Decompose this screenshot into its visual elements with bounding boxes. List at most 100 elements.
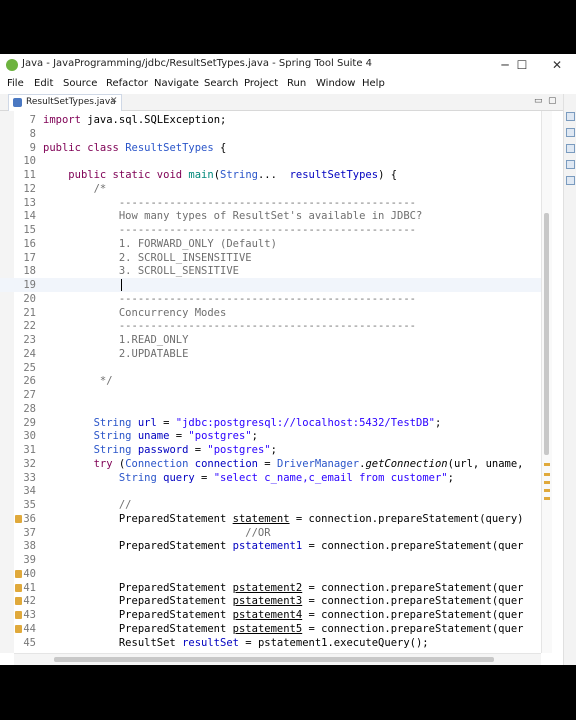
menu-search[interactable]: Search [204,78,238,89]
line-number: 41 [23,581,36,594]
menu-edit[interactable]: Edit [34,78,53,89]
code-line-34[interactable]: 34 [0,484,541,498]
code-token: try [93,457,113,470]
menu-navigate[interactable]: Navigate [154,78,199,89]
line-number: 31 [23,444,36,456]
code-token: password [137,444,189,456]
code-line-31[interactable]: 31 String password = "postgres"; [0,443,541,457]
code-line-12[interactable]: 12 /* [0,182,541,196]
code-line-18[interactable]: 18 3. SCROLL_SENSITIVE [0,264,541,278]
code-line-16[interactable]: 16 1. FORWARD_ONLY (Default) [0,237,541,251]
vertical-scrollbar[interactable] [541,111,552,653]
line-number: 27 [23,389,36,401]
line-number: 26 [23,375,36,388]
code-line-45[interactable]: 45 ResultSet resultSet = pstatement1.exe… [0,636,541,650]
boot-dashboard-icon[interactable] [566,176,575,185]
line-number: 32 [23,457,36,470]
menu-refactor[interactable]: Refactor [106,78,148,89]
code-token: String [93,444,132,456]
overview-warning-mark[interactable] [544,463,550,466]
code-text: How many types of ResultSet's available … [43,209,422,223]
overview-warning-mark[interactable] [544,489,550,492]
code-line-8[interactable]: 8 [0,127,541,141]
code-line-17[interactable]: 17 2. SCROLL_INSENSITIVE [0,251,541,265]
task-list-icon[interactable] [566,128,575,137]
code-line-37[interactable]: 37 //OR [0,526,541,540]
code-token: pstatement4 [232,609,303,621]
overview-warning-mark[interactable] [544,481,550,484]
code-token: "postgres" [188,430,252,443]
code-token: 2. SCROLL_INSENSITIVE [43,251,252,264]
code-line-11[interactable]: 11 public static void main(String... res… [0,168,541,182]
line-number: 13 [23,196,36,209]
code-line-30[interactable]: 30 String uname = "postgres"; [0,429,541,443]
menu-run[interactable]: Run [287,78,306,89]
code-token: "postgres" [207,444,271,456]
editor-minimize-icon[interactable]: ▭ [534,96,543,106]
code-line-32[interactable]: 32 try (Connection connection = DriverMa… [0,457,541,471]
code-line-23[interactable]: 23 1.READ_ONLY [0,333,541,347]
code-line-38[interactable]: 38 PreparedStatement pstatement1 = conne… [0,539,541,553]
code-line-25[interactable]: 25 [0,361,541,375]
overview-warning-mark[interactable] [544,497,550,500]
code-token: import [43,114,81,126]
tab-resultsettypes-java[interactable]: ResultSetTypes.java ✕ [8,94,122,111]
line-number: 40 [23,567,36,580]
code-text: ----------------------------------------… [43,196,416,210]
code-line-42[interactable]: 42 PreparedStatement pstatement3 = conne… [0,594,541,608]
code-line-28[interactable]: 28 [0,402,541,416]
code-line-20[interactable]: 20 -------------------------------------… [0,292,541,306]
code-line-7[interactable]: 7 import java.sql.SQLException; [0,113,541,127]
code-text: // [43,498,132,512]
close-button[interactable]: ✕ [540,56,574,74]
editor-maximize-icon[interactable]: ▢ [548,96,557,106]
code-line-24[interactable]: 24 2.UPDATABLE [0,347,541,361]
line-number: 7 [29,114,36,126]
tab-close-icon[interactable]: ✕ [110,96,118,106]
code-token: ----------------------------------------… [43,292,416,305]
code-line-36[interactable]: 36 PreparedStatement statement = connect… [0,512,541,526]
code-text: ----------------------------------------… [43,223,416,237]
menu-source[interactable]: Source [63,78,97,89]
code-line-27[interactable]: 27 [0,388,541,402]
code-token: ----------------------------------------… [43,224,416,236]
outline-view-icon[interactable] [566,112,575,121]
code-line-40[interactable]: 40 [0,567,541,581]
code-token: connection [194,457,258,470]
code-line-43[interactable]: 43 PreparedStatement pstatement4 = conne… [0,608,541,622]
code-line-26[interactable]: 26 */ [0,374,541,388]
line-number: 39 [23,554,36,566]
code-editor[interactable]: 7 import java.sql.SQLException; 8 9 public c… [0,111,541,653]
code-line-33[interactable]: 33 String query = "select c_name,c_email… [0,471,541,485]
overview-warning-mark[interactable] [544,473,550,476]
horizontal-scroll-thumb[interactable] [54,657,494,662]
problems-view-icon[interactable] [566,144,575,153]
code-line-35[interactable]: 35 // [0,498,541,512]
menu-window[interactable]: Window [316,78,355,89]
ide-window: Java - JavaProgramming/jdbc/ResultSetTyp… [0,54,576,665]
vertical-scroll-thumb[interactable] [544,213,549,455]
code-line-29[interactable]: 29 String url = "jdbc:postgresql://local… [0,416,541,430]
console-view-icon[interactable] [566,160,575,169]
code-line-13[interactable]: 13 -------------------------------------… [0,196,541,210]
line-number: 28 [23,402,36,415]
menu-project[interactable]: Project [244,78,278,89]
menu-file[interactable]: File [7,78,24,89]
code-token: PreparedStatement [43,609,233,621]
code-line-9[interactable]: 9 public class ResultSetTypes { [0,141,541,155]
horizontal-scrollbar[interactable] [14,653,541,665]
code-line-21[interactable]: 21 Concurrency Modes [0,306,541,320]
code-line-22[interactable]: 22 -------------------------------------… [0,319,541,333]
maximize-button[interactable]: ☐ [505,56,539,74]
code-line-10[interactable]: 10 [0,154,541,168]
code-line-39[interactable]: 39 [0,553,541,567]
code-line-19[interactable]: 19 [0,278,541,292]
code-line-14[interactable]: 14 How many types of ResultSet's availab… [0,209,541,223]
code-line-15[interactable]: 15 -------------------------------------… [0,223,541,237]
line-number: 14 [23,210,36,223]
code-line-41[interactable]: 41 PreparedStatement pstatement2 = conne… [0,581,541,595]
code-line-44[interactable]: 44 PreparedStatement pstatement5 = conne… [0,622,541,636]
menu-help[interactable]: Help [362,78,385,89]
code-text: PreparedStatement pstatement5 = connecti… [43,622,524,636]
